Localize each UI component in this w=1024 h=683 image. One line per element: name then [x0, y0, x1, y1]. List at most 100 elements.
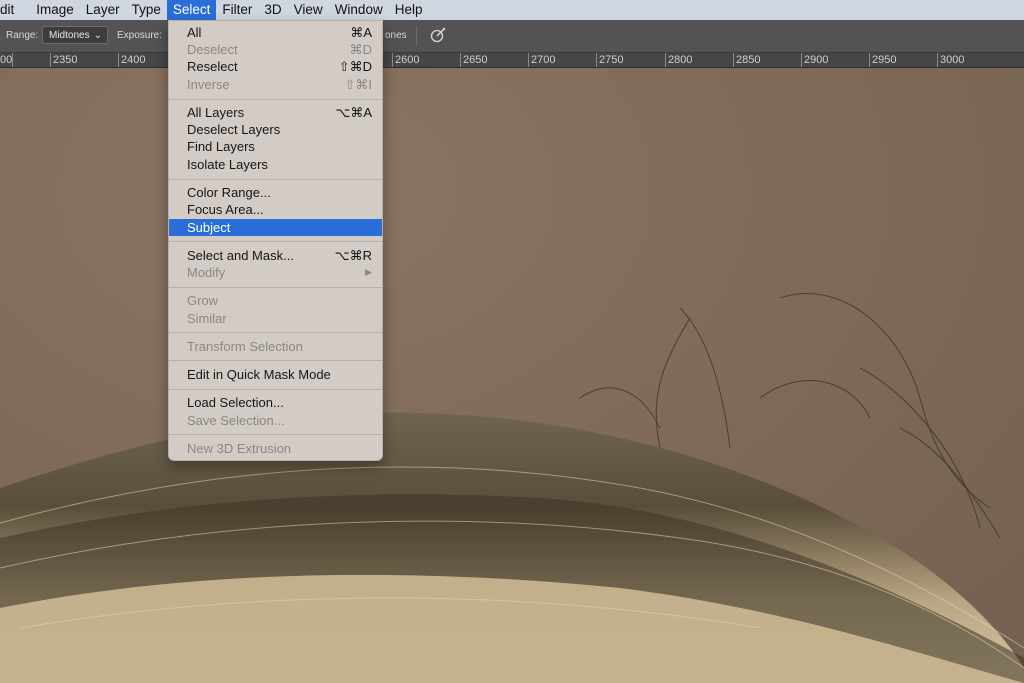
- menu-item-similar: Similar: [169, 310, 382, 327]
- menu-item-reselect[interactable]: Reselect ⇧⌘D: [169, 58, 382, 75]
- menu-item-label: Load Selection...: [187, 395, 284, 410]
- menu-item-label: Isolate Layers: [187, 157, 268, 172]
- ruler-label: 2750: [599, 54, 624, 66]
- ruler-label: 2400: [121, 54, 146, 66]
- menu-item-shortcut: ⌥⌘A: [335, 105, 372, 120]
- menu-item-focus-area[interactable]: Focus Area...: [169, 201, 382, 218]
- ruler-tick: [596, 53, 597, 67]
- menu-bar: dit Image Layer Type Select Filter 3D Vi…: [0, 0, 1024, 20]
- chevron-down-icon: ⌄: [93, 30, 102, 41]
- menu-item-find-layers[interactable]: Find Layers: [169, 138, 382, 155]
- ruler-label: 2850: [736, 54, 761, 66]
- menu-item-label: Save Selection...: [187, 413, 285, 428]
- ruler-tick: [733, 53, 734, 67]
- menu-layer[interactable]: Layer: [80, 0, 126, 20]
- menu-item-label: Deselect Layers: [187, 122, 281, 137]
- menu-item-label: Focus Area...: [187, 202, 264, 217]
- menu-item-save-selection: Save Selection...: [169, 412, 382, 429]
- ruler-label: 2600: [395, 54, 420, 66]
- menu-item-label: Inverse: [187, 77, 230, 92]
- menu-divider: [169, 99, 382, 100]
- horizontal-ruler[interactable]: 00 2350 2400 2600 2650 2700 2750 2800 28…: [0, 53, 1024, 68]
- ruler-label: 2700: [531, 54, 556, 66]
- menu-item-shortcut: ⌘A: [350, 25, 372, 40]
- menu-3d[interactable]: 3D: [258, 0, 287, 20]
- menu-item-label: All Layers: [187, 105, 245, 120]
- menu-edit[interactable]: dit: [0, 0, 20, 20]
- ruler-label: 2950: [872, 54, 897, 66]
- menu-select[interactable]: Select: [166, 0, 217, 20]
- range-select-value: Midtones: [49, 30, 90, 41]
- ruler-label: 2350: [53, 54, 78, 66]
- menu-item-label: Transform Selection: [187, 339, 303, 354]
- menu-divider: [169, 434, 382, 435]
- menu-item-shortcut: ⌘D: [349, 42, 372, 57]
- menu-item-all[interactable]: All ⌘A: [169, 24, 382, 41]
- menu-item-deselect: Deselect ⌘D: [169, 41, 382, 58]
- menu-divider: [169, 287, 382, 288]
- menu-item-load-selection[interactable]: Load Selection...: [169, 394, 382, 411]
- menu-item-shortcut: ⇧⌘D: [338, 59, 372, 74]
- options-bar: Range: Midtones ⌄ Exposure: ones: [0, 20, 1024, 53]
- menu-filter[interactable]: Filter: [216, 0, 258, 20]
- menu-divider: [169, 179, 382, 180]
- menu-item-color-range[interactable]: Color Range...: [169, 184, 382, 201]
- airbrush-icon[interactable]: [429, 26, 447, 44]
- menu-item-label: Subject: [187, 220, 231, 235]
- menu-item-inverse: Inverse ⇧⌘I: [169, 76, 382, 93]
- ruler-tick: [392, 53, 393, 67]
- ruler-tick: [937, 53, 938, 67]
- exposure-label: Exposure:: [117, 30, 163, 41]
- menu-divider: [169, 332, 382, 333]
- menu-item-label: Grow: [187, 293, 219, 308]
- menu-divider: [169, 360, 382, 361]
- range-label: Range:: [6, 30, 39, 41]
- menu-help[interactable]: Help: [389, 0, 429, 20]
- ruler-tick: [801, 53, 802, 67]
- menu-type[interactable]: Type: [126, 0, 167, 20]
- menu-item-new-3d-extrusion: New 3D Extrusion: [169, 440, 382, 457]
- menu-item-modify: Modify ▶: [169, 264, 382, 281]
- menu-item-transform-selection: Transform Selection: [169, 338, 382, 355]
- menu-item-subject[interactable]: Subject: [169, 219, 382, 236]
- ruler-tick: [665, 53, 666, 67]
- menu-item-quick-mask[interactable]: Edit in Quick Mask Mode: [169, 366, 382, 383]
- menu-item-deselect-layers[interactable]: Deselect Layers: [169, 121, 382, 138]
- ruler-label: 00: [0, 54, 13, 66]
- menu-item-label: Deselect: [187, 42, 238, 57]
- menu-view[interactable]: View: [288, 0, 329, 20]
- range-select[interactable]: Midtones ⌄: [42, 26, 108, 44]
- menu-item-shortcut: ⇧⌘I: [344, 77, 372, 92]
- menu-item-grow: Grow: [169, 292, 382, 309]
- ruler-tick: [118, 53, 119, 67]
- menu-item-select-and-mask[interactable]: Select and Mask... ⌥⌘R: [169, 247, 382, 264]
- menu-item-shortcut: ⌥⌘R: [334, 248, 372, 263]
- menu-divider: [169, 389, 382, 390]
- ruler-label: 2800: [668, 54, 693, 66]
- menu-item-label: Edit in Quick Mask Mode: [187, 367, 331, 382]
- document-canvas[interactable]: [0, 68, 1024, 683]
- ruler-tick: [869, 53, 870, 67]
- menu-divider: [169, 241, 382, 242]
- submenu-arrow-icon: ▶: [365, 267, 372, 277]
- menu-item-label: New 3D Extrusion: [187, 441, 292, 456]
- menu-item-label: All: [187, 25, 202, 40]
- menu-item-label: Reselect: [187, 59, 238, 74]
- menu-item-label: Color Range...: [187, 185, 271, 200]
- menu-item-all-layers[interactable]: All Layers ⌥⌘A: [169, 104, 382, 121]
- options-divider: [416, 26, 417, 46]
- ruler-tick: [460, 53, 461, 67]
- ruler-tick: [528, 53, 529, 67]
- hair-photo: [0, 293, 1024, 683]
- ruler-tick: [50, 53, 51, 67]
- protect-tones-label[interactable]: ones: [385, 30, 407, 41]
- menu-window[interactable]: Window: [329, 0, 389, 20]
- menu-item-label: Similar: [187, 311, 227, 326]
- ruler-label: 3000: [940, 54, 965, 66]
- menu-item-label: Select and Mask...: [187, 248, 294, 263]
- menu-item-label: Find Layers: [187, 139, 255, 154]
- ruler-label: 2650: [463, 54, 488, 66]
- menu-item-label: Modify: [187, 265, 226, 280]
- menu-image[interactable]: Image: [20, 0, 80, 20]
- menu-item-isolate-layers[interactable]: Isolate Layers: [169, 156, 382, 173]
